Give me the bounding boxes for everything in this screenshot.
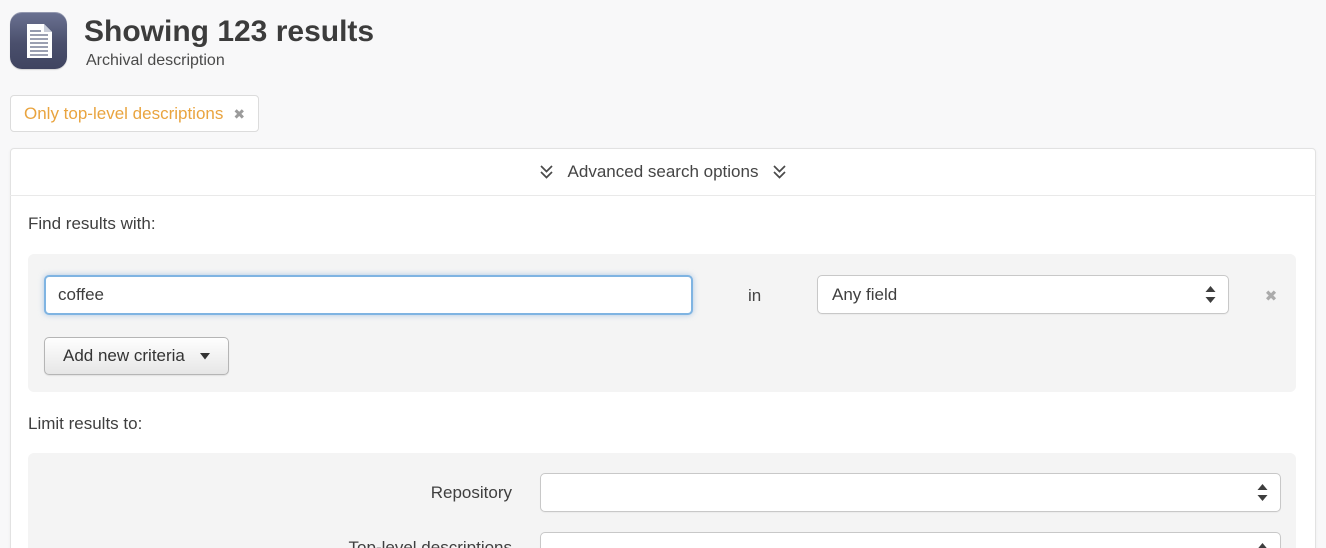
filter-tag-remove-icon[interactable]: ✖ — [233, 107, 245, 121]
double-chevron-down-icon — [539, 164, 554, 180]
search-query-input[interactable] — [44, 275, 693, 315]
archival-description-icon — [10, 12, 67, 69]
filter-tag-label: Only top-level descriptions — [24, 104, 223, 124]
select-spinner-icon — [1257, 543, 1268, 548]
double-chevron-down-icon — [772, 164, 787, 180]
filter-tag-top-level: Only top-level descriptions ✖ — [10, 95, 259, 132]
remove-criterion-icon[interactable]: ✖ — [1258, 284, 1284, 308]
page-subtitle: Archival description — [86, 52, 225, 70]
repository-label: Repository — [60, 483, 512, 503]
top-level-descriptions-label: Top-level descriptions — [60, 538, 512, 548]
find-results-label: Find results with: — [28, 214, 156, 234]
field-select[interactable]: Any field — [817, 275, 1229, 314]
advanced-search-title: Advanced search options — [568, 162, 759, 182]
document-glyph-icon — [22, 22, 56, 60]
top-level-descriptions-select[interactable] — [540, 532, 1281, 548]
limit-results-label: Limit results to: — [28, 414, 142, 434]
archival-search-page: Showing 123 results Archival description… — [0, 0, 1326, 548]
select-spinner-icon — [1205, 286, 1216, 303]
advanced-search-toggle[interactable]: Advanced search options — [10, 148, 1316, 196]
add-new-criteria-label: Add new criteria — [63, 346, 185, 366]
select-spinner-icon — [1257, 484, 1268, 501]
add-new-criteria-button[interactable]: Add new criteria — [44, 337, 229, 375]
caret-down-icon — [200, 353, 210, 360]
criterion-connector-label: in — [748, 286, 761, 306]
field-select-value: Any field — [832, 285, 897, 305]
page-title: Showing 123 results — [84, 13, 374, 51]
repository-select[interactable] — [540, 473, 1281, 512]
